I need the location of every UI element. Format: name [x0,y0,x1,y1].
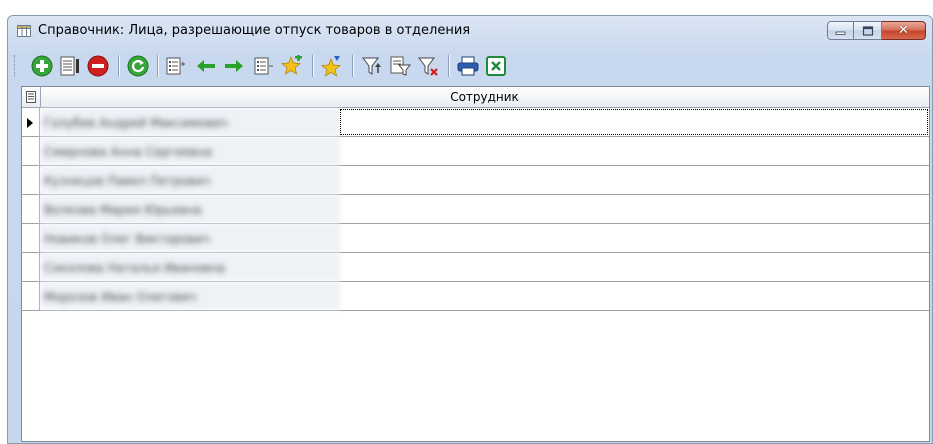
arrow-left-icon [197,60,215,72]
favorite-down-button[interactable] [320,54,344,78]
filter-clear-button[interactable] [416,54,440,78]
table-row[interactable]: Волкова Мария Юрьевна [22,195,929,224]
expand-icon [166,57,185,75]
maximize-icon [862,25,873,36]
table-row[interactable]: Морозов Иван Олегович [22,282,929,311]
filter-clear-icon [418,57,438,76]
table-row[interactable]: Кузнецов Павел Петрович [22,166,929,195]
table-row[interactable]: Новиков Олег Викторович [22,224,929,253]
print-icon [457,56,479,76]
edit-button[interactable] [58,54,82,78]
table-cell[interactable]: Голубев Андрей Максимович [40,108,929,136]
edit-icon [60,56,79,76]
table-cell[interactable]: Смирнова Анна Сергеевна [40,137,929,165]
employee-name: Морозов Иван Олегович [44,290,197,304]
row-indicator[interactable] [22,166,40,194]
filter-icon [362,57,381,75]
focus-rect [340,109,928,135]
app-window: Справочник: Лица, разрешающие отпуск тов… [7,15,933,444]
filter-edit-icon [390,56,411,76]
print-button[interactable] [456,54,480,78]
star-add-icon [281,55,302,75]
add-button[interactable] [30,54,54,78]
row-indicator[interactable] [22,224,40,252]
minimize-button[interactable] [827,21,854,40]
row-indicator[interactable] [22,108,40,136]
table-row[interactable]: Смирнова Анна Сергеевна [22,137,929,166]
row-indicator[interactable] [22,282,40,310]
minimize-icon [835,31,845,35]
add-favorite-button[interactable] [280,54,304,78]
window-title: Справочник: Лица, разрешающие отпуск тов… [38,23,471,38]
table-cell[interactable]: Волкова Мария Юрьевна [40,195,929,223]
excel-export-icon [486,56,506,76]
maximize-button[interactable] [854,21,882,40]
grid-header: Сотрудник [22,87,929,108]
data-grid: Сотрудник Голубев Андрей Максимович Смир… [21,86,930,442]
table-cell[interactable]: Соколова Наталья Ивановна [40,253,929,281]
row-indicator[interactable] [22,195,40,223]
close-icon: ✕ [898,23,909,38]
row-indicator[interactable] [22,137,40,165]
table-icon [17,25,31,37]
refresh-button[interactable] [126,54,150,78]
add-icon [31,55,53,77]
table-cell[interactable]: Морозов Иван Олегович [40,282,929,310]
collapse-icon [254,57,273,75]
table-cell[interactable]: Новиков Олег Викторович [40,224,929,252]
arrow-right-icon [225,60,243,72]
excel-export-button[interactable] [484,54,508,78]
table-row[interactable]: Голубев Андрей Максимович [22,108,929,137]
move-right-button[interactable] [222,54,246,78]
star-down-icon [321,56,341,77]
employee-name: Новиков Олег Викторович [44,232,210,246]
toolbar-separator [312,55,314,77]
employee-name: Соколова Наталья Ивановна [44,261,225,275]
toolbar-separator [352,55,354,77]
close-button[interactable]: ✕ [882,21,926,40]
column-chooser-button[interactable] [22,87,41,107]
delete-icon [87,55,109,77]
toolbar-separator [118,55,120,77]
filter-button[interactable] [360,54,384,78]
toolbar [12,49,928,83]
delete-button[interactable] [86,54,110,78]
column-header-employee[interactable]: Сотрудник [40,90,929,104]
employee-name: Кузнецов Павел Петрович [44,174,211,188]
move-left-button[interactable] [194,54,218,78]
toolbar-separator [448,55,450,77]
employee-name: Волкова Мария Юрьевна [44,203,202,217]
employee-name: Смирнова Анна Сергеевна [44,145,213,159]
filter-edit-button[interactable] [388,54,412,78]
table-row[interactable]: Соколова Наталья Ивановна [22,253,929,282]
row-indicator[interactable] [22,253,40,281]
window-controls: ✕ [827,21,926,41]
expand-button[interactable] [164,54,188,78]
table-cell[interactable]: Кузнецов Павел Петрович [40,166,929,194]
toolbar-separator [157,55,159,77]
collapse-button[interactable] [252,54,276,78]
title-bar[interactable]: Справочник: Лица, разрешающие отпуск тов… [8,16,932,46]
column-chooser-icon [26,91,36,103]
employee-name: Голубев Андрей Максимович [44,116,228,130]
toolbar-grip[interactable] [14,55,18,77]
refresh-icon [127,55,149,77]
